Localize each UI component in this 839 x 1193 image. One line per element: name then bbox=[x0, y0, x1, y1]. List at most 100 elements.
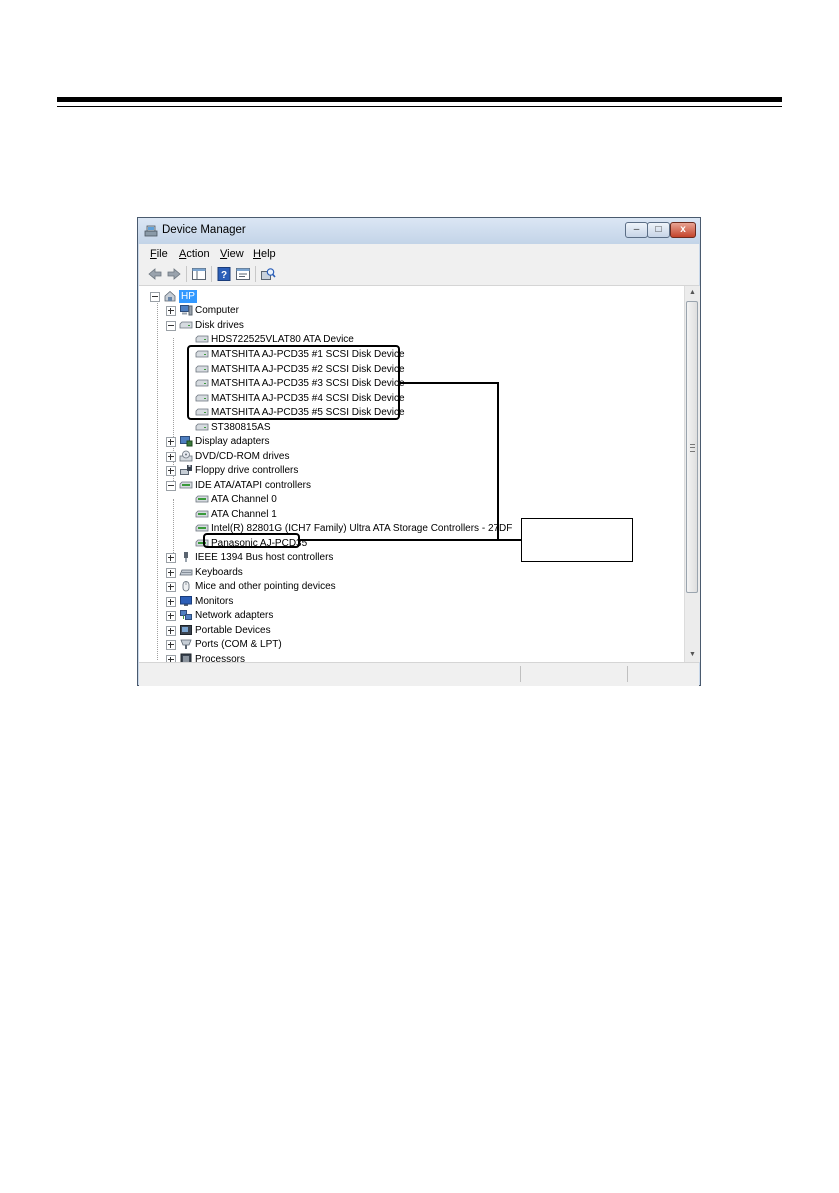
ide-controller-icon bbox=[195, 495, 209, 503]
tree-item-display-adapters[interactable]: Display adapters bbox=[166, 435, 406, 449]
forward-icon[interactable] bbox=[166, 266, 182, 282]
tree-item-ports[interactable]: Ports (COM & LPT) bbox=[166, 638, 406, 652]
expand-toggle[interactable] bbox=[166, 568, 176, 578]
tree-item-portable-devices[interactable]: Portable Devices bbox=[166, 624, 406, 638]
maximize-button[interactable]: □ bbox=[647, 222, 670, 238]
expand-toggle[interactable] bbox=[166, 437, 176, 447]
tree-item-label: IEEE 1394 Bus host controllers bbox=[195, 552, 334, 563]
show-hide-tree-icon[interactable] bbox=[191, 266, 207, 282]
scroll-up-icon[interactable]: ▲ bbox=[685, 286, 700, 300]
computer-root-icon bbox=[164, 290, 176, 302]
tree-root-label[interactable]: HP bbox=[179, 290, 197, 303]
tree-item-label: ATA Channel 1 bbox=[211, 509, 277, 520]
device-manager-window: Device Manager – □ x File Action View He… bbox=[137, 217, 701, 686]
callout-leader-line bbox=[497, 382, 499, 540]
callout-leader-line bbox=[400, 382, 499, 384]
menu-file[interactable]: File bbox=[150, 248, 168, 260]
back-icon[interactable] bbox=[147, 266, 163, 282]
tree-item-disk-drives[interactable]: Disk drives bbox=[166, 319, 406, 333]
tree-item-label: Keyboards bbox=[195, 567, 243, 578]
collapse-toggle[interactable] bbox=[150, 292, 160, 302]
network-adapter-icon bbox=[180, 610, 192, 620]
expand-toggle[interactable] bbox=[166, 626, 176, 636]
disk-drive-icon bbox=[179, 321, 193, 329]
expand-toggle[interactable] bbox=[166, 597, 176, 607]
expand-toggle[interactable] bbox=[166, 582, 176, 592]
menu-help[interactable]: Help bbox=[253, 248, 276, 260]
tree-item-ide-controllers[interactable]: IDE ATA/ATAPI controllers bbox=[166, 479, 406, 493]
tree-item-floppy-controllers[interactable]: Floppy drive controllers bbox=[166, 464, 406, 478]
scrollbar-grip-icon bbox=[690, 444, 695, 452]
menu-bar: File Action View Help bbox=[139, 244, 699, 263]
expand-toggle[interactable] bbox=[166, 655, 176, 662]
collapse-toggle[interactable] bbox=[166, 481, 176, 491]
scroll-down-icon[interactable]: ▼ bbox=[685, 648, 700, 662]
tree-item-label: Ports (COM & LPT) bbox=[195, 639, 282, 650]
tree-item-ide-channel[interactable]: ATA Channel 1 bbox=[182, 508, 502, 522]
mouse-icon bbox=[182, 581, 190, 592]
tree-item-label: DVD/CD-ROM drives bbox=[195, 451, 290, 462]
port-icon bbox=[180, 639, 192, 649]
tree-item-computer[interactable]: Computer bbox=[166, 304, 406, 318]
header-rule-thin bbox=[57, 106, 782, 107]
keyboard-icon bbox=[179, 569, 193, 576]
status-bar bbox=[139, 662, 699, 686]
title-bar[interactable]: Device Manager – □ x bbox=[138, 218, 700, 244]
vertical-scrollbar[interactable]: ▲ ▼ bbox=[684, 286, 700, 662]
tree-item-keyboards[interactable]: Keyboards bbox=[166, 566, 406, 580]
expand-toggle[interactable] bbox=[166, 306, 176, 316]
tree-connector bbox=[173, 499, 174, 557]
tree-item-label: Display adapters bbox=[195, 436, 270, 447]
tree-item-disk[interactable]: ST380815AS bbox=[182, 421, 442, 435]
tree-item-label: Computer bbox=[195, 305, 239, 316]
collapse-toggle[interactable] bbox=[166, 321, 176, 331]
device-manager-app-icon bbox=[144, 225, 158, 237]
tree-root[interactable]: HP bbox=[150, 290, 230, 304]
tree-item-network-adapters[interactable]: Network adapters bbox=[166, 609, 406, 623]
tree-item-label: ST380815AS bbox=[211, 422, 271, 433]
expand-toggle[interactable] bbox=[166, 466, 176, 476]
close-button[interactable]: x bbox=[670, 222, 696, 238]
floppy-controller-icon bbox=[180, 465, 192, 475]
tree-item-label: Processors bbox=[195, 654, 246, 662]
toolbar: ? bbox=[139, 263, 699, 286]
callout-frame-panasonic bbox=[203, 533, 300, 548]
expand-toggle[interactable] bbox=[166, 452, 176, 462]
computer-icon bbox=[180, 305, 193, 316]
ide-controller-icon bbox=[195, 510, 209, 518]
monitor-icon bbox=[180, 596, 192, 606]
svg-text:?: ? bbox=[221, 270, 227, 281]
disk-drive-icon bbox=[195, 423, 209, 431]
tree-item-ieee1394[interactable]: IEEE 1394 Bus host controllers bbox=[166, 551, 406, 565]
menu-view[interactable]: View bbox=[220, 248, 244, 260]
scrollbar-thumb[interactable] bbox=[686, 301, 698, 593]
tree-item-label: Floppy drive controllers bbox=[195, 465, 299, 476]
tree-item-monitors[interactable]: Monitors bbox=[166, 595, 406, 609]
help-icon[interactable]: ? bbox=[216, 266, 232, 282]
tree-item-label: Portable Devices bbox=[195, 625, 271, 636]
tree-item-ide-channel[interactable]: ATA Channel 0 bbox=[182, 493, 502, 507]
expand-toggle[interactable] bbox=[166, 553, 176, 563]
tree-item-processors[interactable]: Processors bbox=[166, 653, 406, 662]
toolbar-separator bbox=[211, 266, 212, 282]
tree-item-dvd-drives[interactable]: DVD/CD-ROM drives bbox=[166, 450, 406, 464]
device-tree[interactable]: HP Computer Disk drives HDS722525VLAT80 … bbox=[139, 286, 684, 662]
dvd-drive-icon bbox=[179, 450, 193, 462]
expand-toggle[interactable] bbox=[166, 640, 176, 650]
scan-hardware-icon[interactable] bbox=[260, 266, 276, 282]
processor-icon bbox=[180, 653, 192, 662]
callout-frame-disk-devices bbox=[187, 345, 400, 420]
expand-toggle[interactable] bbox=[166, 611, 176, 621]
tree-item-label: Disk drives bbox=[195, 320, 244, 331]
firewire-icon bbox=[184, 552, 188, 562]
minimize-button[interactable]: – bbox=[625, 222, 648, 238]
window-title: Device Manager bbox=[162, 224, 246, 236]
menu-action[interactable]: Action bbox=[179, 248, 210, 260]
tree-item-label: ATA Channel 0 bbox=[211, 494, 277, 505]
display-adapter-icon bbox=[180, 436, 193, 447]
status-divider bbox=[520, 666, 521, 682]
tree-item-label: IDE ATA/ATAPI controllers bbox=[195, 480, 311, 491]
tree-item-mice[interactable]: Mice and other pointing devices bbox=[166, 580, 406, 594]
properties-icon[interactable] bbox=[235, 266, 251, 282]
status-divider bbox=[627, 666, 628, 682]
